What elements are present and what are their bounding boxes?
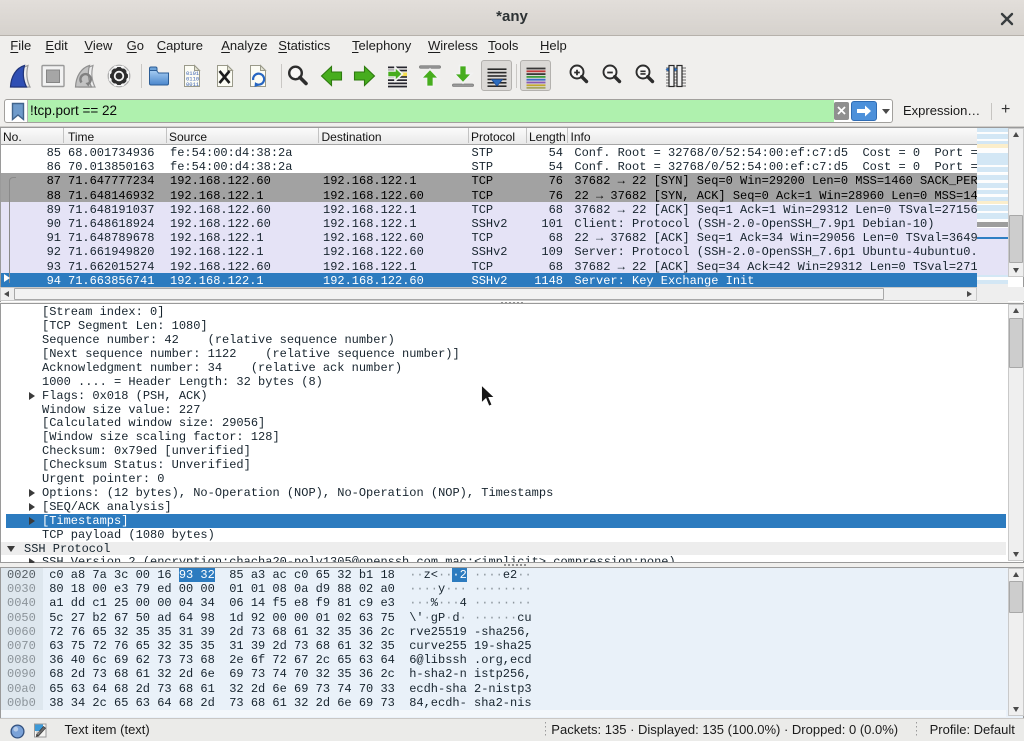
svg-text:0011: 0011 <box>186 81 200 88</box>
